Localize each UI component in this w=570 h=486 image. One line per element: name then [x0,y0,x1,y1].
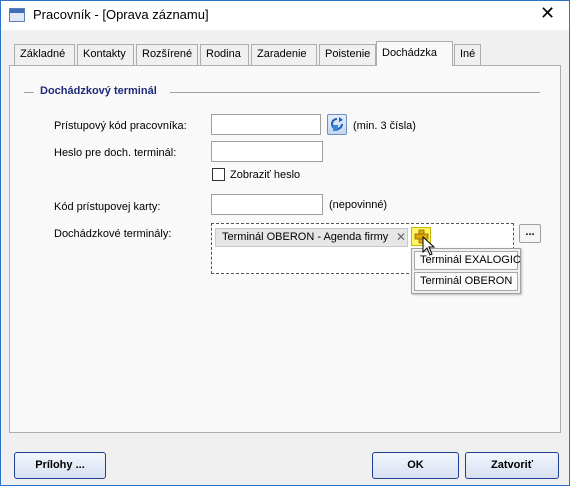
title-bar[interactable]: Pracovník - [Oprava záznamu] ✕ [1,1,569,30]
access-code-input[interactable] [211,114,321,135]
show-password-checkbox[interactable] [212,168,225,181]
terminal-chip-label: Terminál OBERON - Agenda firmy [222,231,389,243]
tab-rodina[interactable]: Rodina [200,44,249,65]
refresh-icon [331,117,343,131]
app-window-icon [9,8,25,22]
tab-zakladne[interactable]: Základné [14,44,75,65]
mouse-cursor-icon [422,236,436,256]
dropdown-item-oberon[interactable]: Terminál OBERON [414,272,518,291]
show-password-label[interactable]: Zobraziť heslo [230,169,300,181]
card-code-hint: (nepovinné) [329,199,388,211]
terminals-label: Dochádzkové terminály: [54,228,172,240]
tab-poistenie[interactable]: Poistenie [319,44,376,65]
access-code-hint: (min. 3 čísla) [353,120,416,132]
group-title: Dochádzkový terminál [40,85,157,97]
window-title: Pracovník - [Oprava záznamu] [33,7,209,22]
group-divider-right [170,92,540,93]
generate-code-button[interactable] [327,114,347,135]
card-code-input[interactable] [211,194,323,215]
tab-dochadzka[interactable]: Dochádzka [376,41,453,66]
tab-ine[interactable]: Iné [454,44,481,65]
tab-kontakty[interactable]: Kontakty [77,44,134,65]
card-code-label: Kód prístupovej karty: [54,201,161,213]
close-window-button[interactable]: ✕ [524,1,569,30]
close-icon: ✕ [540,3,556,24]
browse-terminals-button[interactable]: ... [519,224,541,243]
dialog-window: Pracovník - [Oprava záznamu] ✕ Základné … [0,0,570,486]
password-input[interactable] [211,141,323,162]
remove-icon[interactable]: ✕ [396,230,406,244]
terminal-chip: Terminál OBERON - Agenda firmy ✕ [215,228,408,247]
group-divider-left [24,92,34,93]
password-label: Heslo pre doch. terminál: [54,147,177,159]
access-code-label: Prístupový kód pracovníka: [54,120,187,132]
tab-zaradenie[interactable]: Zaradenie [251,44,317,65]
tab-rozsirene[interactable]: Rozšírené [136,44,198,65]
attachments-button[interactable]: Prílohy ... [14,452,106,479]
close-button[interactable]: Zatvoriť [465,452,559,479]
ok-button[interactable]: OK [372,452,459,479]
